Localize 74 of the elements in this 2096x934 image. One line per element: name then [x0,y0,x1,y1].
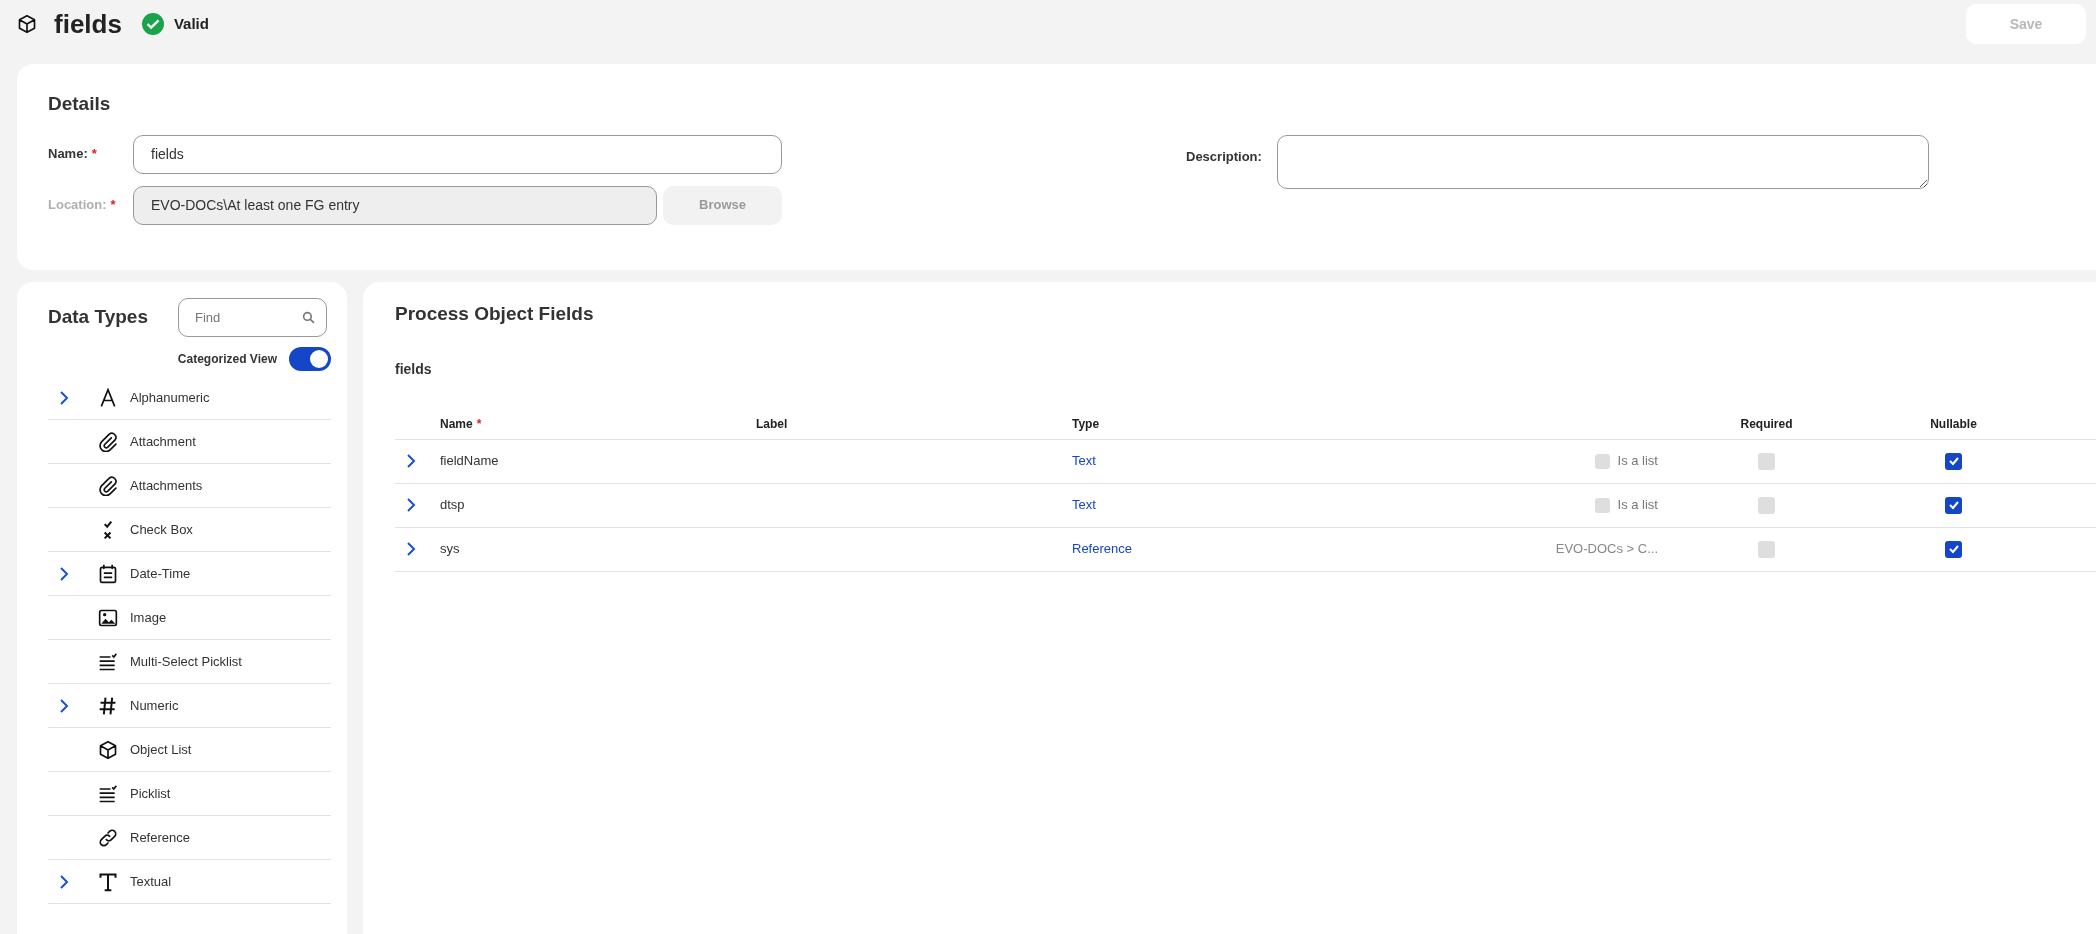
section-title: Details [48,92,112,116]
hash-icon [98,695,118,716]
is-list-checkbox[interactable] [1594,453,1610,469]
status-label: Valid [173,13,209,34]
cube-icon [98,739,118,760]
column-header: Type [1072,416,1100,433]
data-type-item[interactable]: Date-Time [48,552,331,596]
link-icon [98,827,118,848]
group-title: fields [395,359,433,379]
reference-path: EVO-DOCs > C... [1555,540,1658,559]
list-with-check-icon [98,783,118,804]
checkbox[interactable] [1758,452,1775,470]
image-icon [98,607,118,628]
column-header: Nullable [1930,416,1977,433]
check-icon [1947,499,1960,511]
letter-a-icon [98,387,118,408]
chevron-right-icon [405,542,417,556]
toggle-label: Categorized View [177,351,277,368]
checkbox[interactable] [1758,496,1775,514]
panel-title: Data Types [48,305,148,330]
required-asterisk: * [110,196,116,215]
checkbox[interactable] [1945,452,1962,470]
table-cell-text: dtsp [440,496,466,515]
table-cell-text: sys [440,540,461,559]
search-icon [302,311,315,324]
data-type-item[interactable]: Object List [48,728,331,772]
description-input[interactable] [1277,134,1929,189]
letter-t-icon [98,871,118,892]
field-label: Location: [48,196,107,215]
check-icon [1947,455,1960,467]
checkbox[interactable] [1945,496,1962,514]
type-link[interactable]: Text [1072,451,1388,471]
column-header: Required [1740,416,1793,433]
type-link[interactable]: Reference [1072,539,1388,559]
data-type-item[interactable]: Numeric [48,684,331,728]
column-header: Name [440,416,473,433]
data-type-item[interactable]: Check Box [48,508,331,552]
checkbox-label: Is a list [1617,496,1658,515]
required-asterisk: * [91,145,97,164]
chevron-right-icon [58,698,70,713]
chevron-right-icon [58,390,70,405]
data-type-item[interactable]: Attachments [48,464,331,508]
chevron-right-icon [58,874,70,889]
checkbox[interactable] [1945,540,1962,558]
field-label: Description: [1186,147,1263,166]
required-asterisk: * [476,416,482,433]
search-field[interactable]: Find [178,298,327,337]
name-input[interactable]: fields [133,134,782,174]
chevron-right-icon [58,566,70,581]
list-with-check-icon [98,651,118,672]
check-icon [1947,543,1960,555]
checkbox[interactable] [1758,540,1775,558]
field-label: Name: [48,145,88,164]
data-type-item[interactable]: Textual [48,860,331,904]
checkbox-label: Is a list [1617,452,1658,471]
panel-title: Process Object Fields [395,302,595,326]
data-type-item[interactable]: Image [48,596,331,640]
type-link[interactable]: Text [1072,495,1388,515]
paperclip-icon [98,431,118,452]
categorized-view-toggle[interactable] [289,347,331,371]
calendar-icon [98,563,118,584]
chevron-right-icon [405,454,417,468]
data-type-item[interactable]: Multi-Select Picklist [48,640,331,684]
data-type-item[interactable]: Alphanumeric [48,376,331,420]
column-header: Label [756,416,788,433]
data-type-item[interactable]: Attachment [48,420,331,464]
is-list-checkbox[interactable] [1594,497,1610,513]
table-cell-text: fieldName [440,452,500,471]
data-type-item[interactable]: Reference [48,816,331,860]
page-title: fields [54,7,122,41]
chevron-right-icon [405,498,417,512]
paperclip-icon [98,475,118,496]
data-type-item[interactable]: Picklist [48,772,331,816]
cube-icon [17,14,37,34]
